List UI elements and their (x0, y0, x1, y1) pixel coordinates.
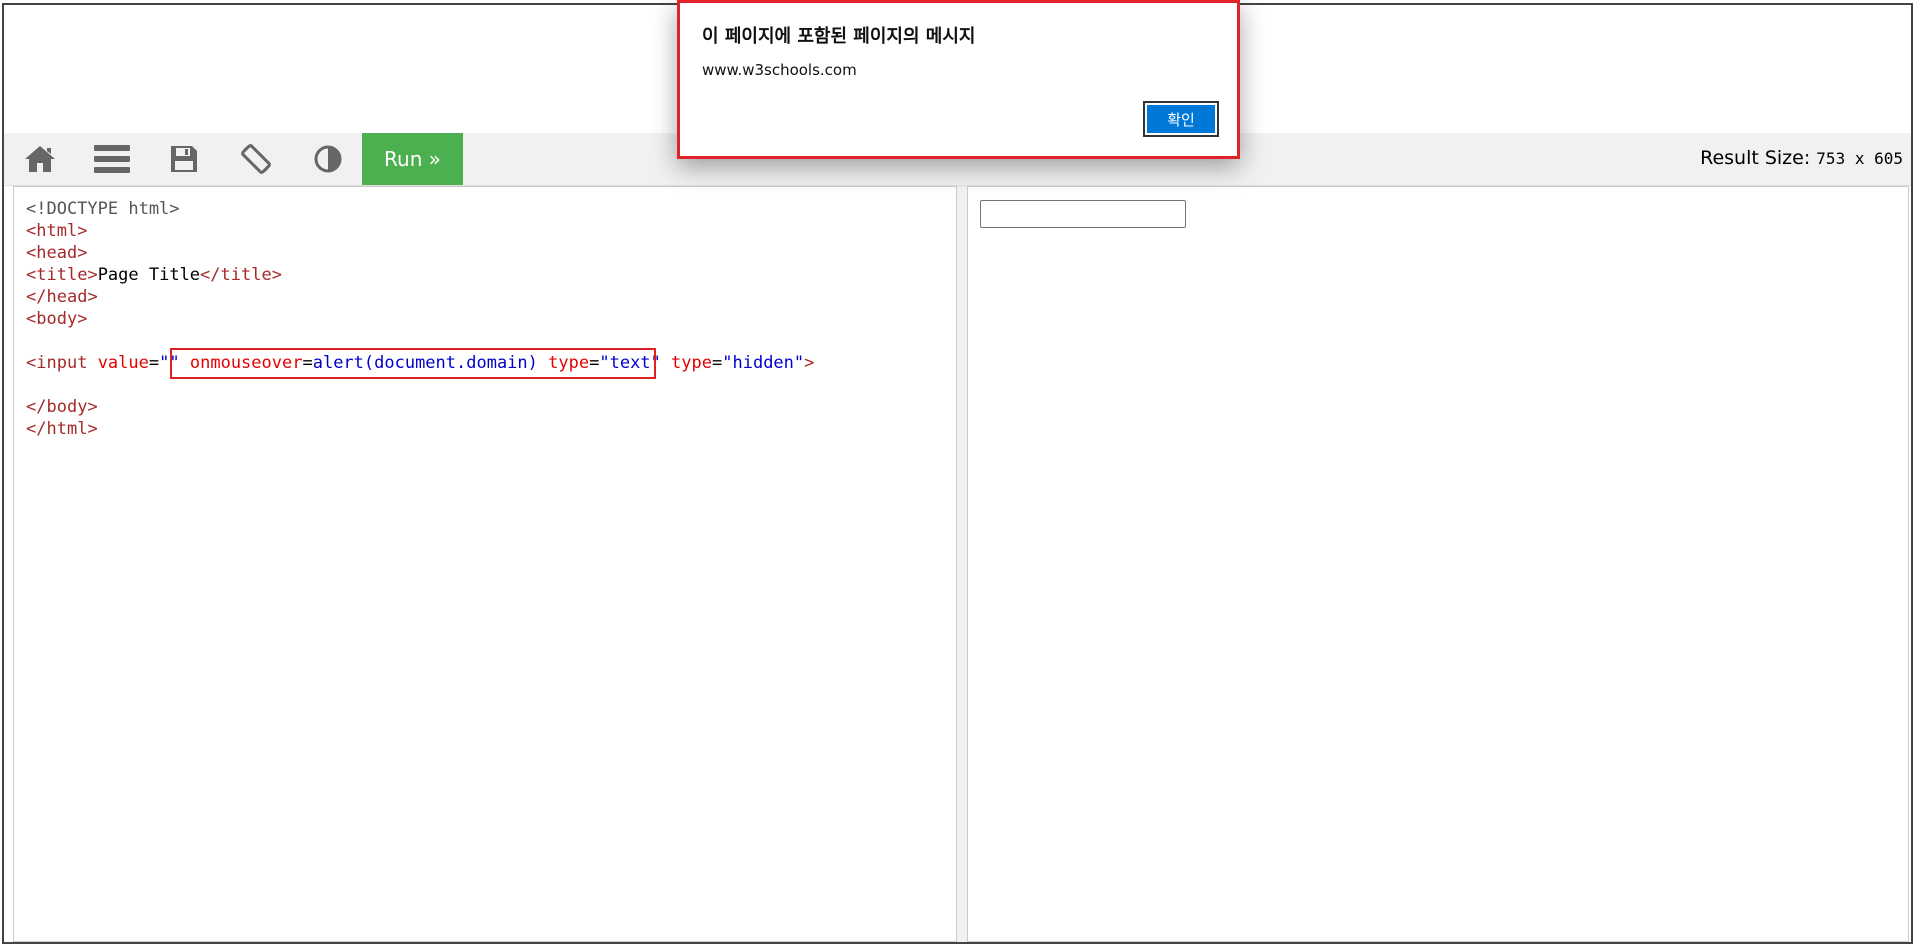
code-val: text (609, 353, 651, 373)
code-attr: onmouseover (189, 353, 303, 373)
code-attr: type (671, 353, 712, 373)
code-val: alert(document.domain) (312, 353, 538, 373)
alert-dialog: 이 페이지에 포함된 페이지의 메시지 www.w3schools.com 확인 (677, 0, 1240, 159)
code-val: "hidden" (722, 353, 805, 373)
menu-icon[interactable] (76, 133, 148, 185)
code-tag: </body> (26, 397, 98, 417)
dialog-message: www.w3schools.com (702, 61, 857, 79)
dialog-title: 이 페이지에 포함된 페이지의 메시지 (702, 26, 976, 47)
code-val: " (650, 353, 661, 373)
code-attr: type (548, 353, 590, 373)
code-val: " (169, 353, 180, 373)
rotate-icon[interactable] (220, 133, 292, 185)
result-pane (967, 186, 1909, 942)
code-doctype: <!DOCTYPE html> (26, 199, 180, 219)
code-val: " (599, 353, 610, 373)
save-icon[interactable] (148, 133, 220, 185)
result-size-value: 753 x 605 (1816, 149, 1903, 168)
code-tag: <title> (26, 265, 98, 285)
result-size-display: Result Size: 753 x 605 (1700, 147, 1903, 169)
code-tag: </head> (26, 287, 98, 307)
contrast-icon[interactable] (292, 133, 364, 185)
code-editor[interactable]: <!DOCTYPE html> <html> <head> <title>Pag… (13, 186, 957, 942)
code-text-content: Page Title (97, 265, 201, 285)
code-text[interactable]: <!DOCTYPE html> <html> <head> <title>Pag… (26, 198, 814, 440)
result-size-label: Result Size: (1700, 147, 1811, 169)
pane-resize-handle[interactable] (957, 186, 967, 942)
code-tag: <input (26, 353, 88, 373)
ok-button[interactable]: 확인 (1143, 101, 1219, 137)
code-tag: </html> (26, 419, 98, 439)
code-val: " (159, 353, 170, 373)
code-tag: <body> (26, 309, 88, 329)
home-icon[interactable] (4, 133, 76, 185)
result-text-input[interactable] (980, 200, 1186, 228)
code-tag: <html> (26, 221, 88, 241)
code-tag: <head> (26, 243, 88, 263)
run-button[interactable]: Run » (362, 133, 463, 185)
code-tag: </title> (200, 265, 282, 285)
code-attr: value (97, 353, 149, 373)
